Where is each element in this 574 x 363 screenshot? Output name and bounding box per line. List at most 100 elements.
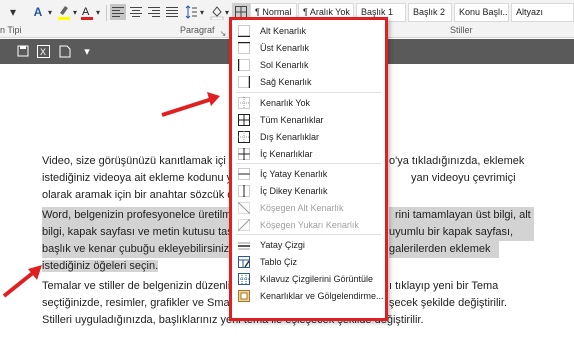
menu-item-view-gridlines[interactable]: Kılavuz Çizgilerini Görüntüle: [232, 270, 385, 287]
menu-item-label: Kenarlıklar ve Gölgelendirme...: [260, 290, 384, 301]
format-painter-icon[interactable]: ▾: [8, 3, 18, 21]
ribbon-separator: [106, 5, 107, 21]
menu-item-left-border[interactable]: Sol Kenarlık: [232, 56, 385, 73]
inside-vertical-border-icon: [238, 184, 250, 197]
styles-group-label: Stiller: [450, 25, 473, 35]
red-arrow-annotation: [2, 265, 42, 298]
menu-item-label: Sağ Kenarlık: [260, 76, 312, 87]
diagonal-up-border-icon: [238, 218, 250, 231]
menu-item-label: Yatay Çizgi: [260, 239, 305, 250]
align-left-button[interactable]: [110, 4, 126, 20]
selected-text-line: galerilerden eklemek: [389, 241, 499, 258]
paragraph-2-selected: Word, belgenizin profesyonelce üretilm b…: [42, 207, 239, 275]
paragraph-2-right: rini tamamlayan üst bilgi, alt uyumlu bi…: [389, 207, 534, 258]
red-arrow-annotation: [161, 92, 220, 117]
text-line: ı tıklayıp yeni bir Tema: [389, 280, 499, 292]
inside-borders-icon: [238, 147, 250, 160]
menu-item-label: İç Yatay Kenarlık: [260, 168, 328, 179]
save-icon[interactable]: [16, 44, 30, 58]
menu-item-label: Dış Kenarlıklar: [260, 131, 320, 142]
selected-text-line: başlık ve kenar çubuğu ekleyebilirsiniz.: [42, 241, 232, 258]
align-right-button[interactable]: [146, 4, 162, 20]
text-line: yan videoyu çevrimiçi: [411, 172, 516, 184]
menu-item-draw-table[interactable]: Tablo Çiz: [232, 253, 385, 270]
selected-text-line: bilgi, kapak sayfası ve metin kutusu tas…: [42, 224, 239, 241]
selected-text-line: rini tamamlayan üst bilgi, alt: [389, 207, 534, 224]
menu-item-label: Köşegen Alt Kenarlık: [260, 202, 344, 213]
text-line: olarak aramak için bir anahtar sözcük d: [42, 189, 234, 201]
style-subtitle[interactable]: Altyazı: [511, 3, 574, 22]
paragraph-1-right: o'ya tıkladığınızda, eklemek yan videoyu…: [389, 153, 524, 187]
menu-item-label: İç Kenarlıklar: [260, 148, 313, 159]
text-line: istediğiniz videoya ait ekleme kodunu y: [42, 172, 233, 184]
borders-shading-icon: [238, 289, 250, 302]
menu-item-horizontal-line[interactable]: Yatay Çizgi: [232, 236, 385, 253]
font-color-icon[interactable]: A: [80, 3, 94, 21]
borders-dropdown-menu: Alt Kenarlık Üst Kenarlık Sol Kenarlık S…: [229, 17, 388, 321]
svg-text:X: X: [40, 47, 46, 57]
excel-icon[interactable]: X: [36, 44, 50, 58]
justify-button[interactable]: [164, 4, 180, 20]
menu-item-inside-horizontal-border[interactable]: İç Yatay Kenarlık: [232, 165, 385, 182]
view-gridlines-icon: [238, 272, 250, 285]
menu-item-label: İç Dikey Kenarlık: [260, 185, 328, 196]
all-borders-icon: [238, 113, 250, 126]
menu-item-label: Tablo Çiz: [260, 256, 298, 267]
menu-item-no-border[interactable]: Kenarlık Yok: [232, 94, 385, 111]
paragraph-3-right: ı tıklayıp yeni bir Tema şecek şekilde d…: [389, 278, 507, 312]
horizontal-line-icon: [238, 242, 250, 249]
outside-borders-icon: [238, 130, 250, 143]
inside-horizontal-border-icon: [238, 167, 250, 180]
align-center-button[interactable]: [128, 4, 144, 20]
customize-toolbar-icon[interactable]: ▾: [80, 44, 94, 58]
font-color-dropdown-icon[interactable]: ▾: [94, 3, 102, 21]
line-spacing-icon[interactable]: [184, 3, 198, 21]
draw-table-icon: [238, 255, 250, 268]
menu-item-bottom-border[interactable]: Alt Kenarlık: [232, 22, 385, 39]
text-effects-dropdown-icon[interactable]: ▾: [46, 3, 54, 21]
menu-item-label: Kenarlık Yok: [260, 97, 311, 108]
text-line: Video, size görüşünüzü kanıtlamak içi: [42, 155, 226, 167]
selected-text-line: uyumlu bir kapak sayfası,: [389, 224, 534, 241]
selected-text-line: istediğiniz öğeleri seçin.: [42, 260, 159, 272]
border-top-icon: [238, 41, 250, 54]
menu-item-label: Tüm Kenarlıklar: [260, 114, 324, 125]
line-spacing-dropdown-icon[interactable]: ▾: [198, 3, 206, 21]
diagonal-down-border-icon: [238, 201, 250, 214]
menu-item-label: Alt Kenarlık: [260, 25, 307, 36]
shading-icon[interactable]: [210, 3, 224, 21]
text-effects-icon[interactable]: A: [30, 3, 46, 21]
menu-item-all-borders[interactable]: Tüm Kenarlıklar: [232, 111, 385, 128]
style-title[interactable]: Konu Başlı...: [454, 3, 509, 22]
menu-item-label: Köşegen Yukarı Kenarlık: [260, 219, 359, 230]
menu-item-borders-and-shading[interactable]: Kenarlıklar ve Gölgelendirme...: [232, 287, 385, 304]
menu-item-label: Üst Kenarlık: [260, 42, 310, 53]
menu-item-right-border[interactable]: Sağ Kenarlık: [232, 73, 385, 90]
border-left-icon: [238, 58, 250, 71]
text-line: şecek şekilde değiştirilir.: [389, 297, 507, 309]
menu-separator: [236, 234, 381, 235]
menu-separator: [236, 92, 381, 93]
style-heading-2[interactable]: Başlık 2: [408, 3, 452, 22]
highlight-dropdown-icon[interactable]: ▾: [71, 3, 79, 21]
menu-item-outside-borders[interactable]: Dış Kenarlıklar: [232, 128, 385, 145]
paragraph-group-label: Paragraf: [180, 25, 215, 35]
border-bottom-icon: [238, 24, 250, 37]
menu-item-label: Kılavuz Çizgilerini Görüntüle: [260, 273, 374, 284]
menu-item-diagonal-down-border: Köşegen Alt Kenarlık: [232, 199, 385, 216]
font-group-label: n Tipi: [0, 25, 22, 35]
highlight-color-icon[interactable]: [57, 3, 71, 21]
border-right-icon: [238, 75, 250, 88]
menu-separator: [236, 163, 381, 164]
text-line: o'ya tıkladığınızda, eklemek: [389, 155, 525, 167]
selected-text-line: Word, belgenizin profesyonelce üretilm: [42, 207, 231, 224]
paragraph-1: Video, size görüşünüzü kanıtlamak içi is…: [42, 153, 233, 204]
svg-text:A: A: [82, 6, 90, 18]
no-border-icon: [238, 96, 250, 109]
menu-item-inside-borders[interactable]: İç Kenarlıklar: [232, 145, 385, 162]
menu-item-label: Sol Kenarlık: [260, 59, 309, 70]
menu-item-diagonal-up-border: Köşegen Yukarı Kenarlık: [232, 216, 385, 233]
menu-item-inside-vertical-border[interactable]: İç Dikey Kenarlık: [232, 182, 385, 199]
menu-item-top-border[interactable]: Üst Kenarlık: [232, 39, 385, 56]
print-preview-icon[interactable]: [58, 44, 72, 58]
